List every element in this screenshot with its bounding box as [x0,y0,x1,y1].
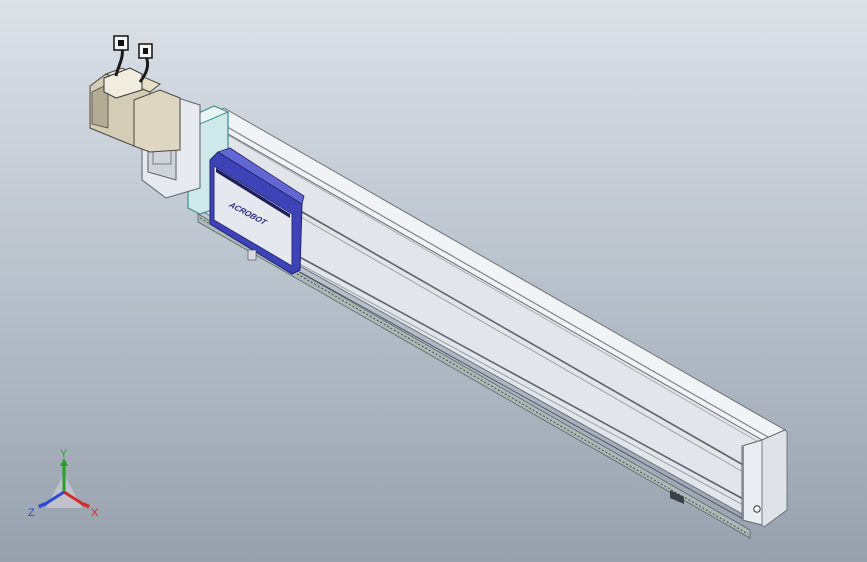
linear-actuator-model[interactable]: ACROBOT [0,0,867,562]
end-cap [741,429,788,528]
graphics-viewport[interactable]: ACROBOT Y X Z [0,0,867,562]
y-axis-label: Y [60,448,68,460]
view-orientation-triad[interactable]: Y X Z [24,448,108,522]
z-axis-label: Z [28,507,35,519]
actuator-body [198,107,787,526]
servo-motor [89,67,181,153]
x-axis-label: X [91,507,99,519]
